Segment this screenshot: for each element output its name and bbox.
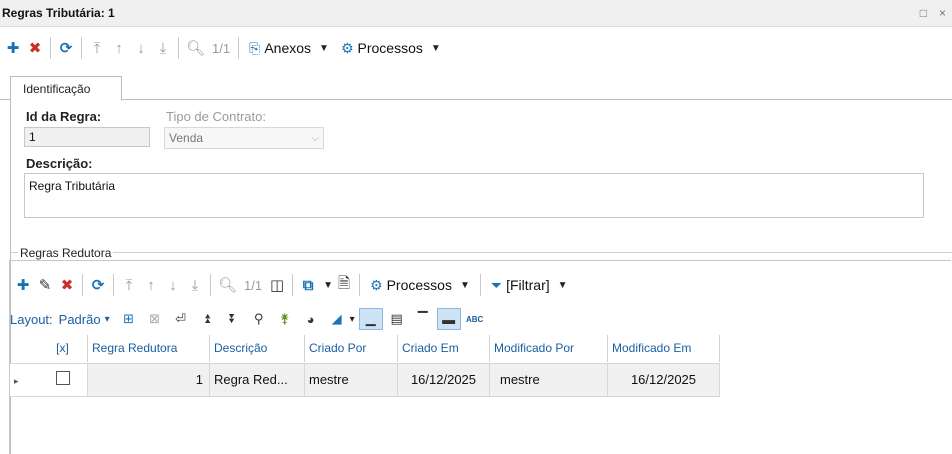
row-indicator-header bbox=[10, 335, 38, 362]
download-layout-icon[interactable]: ⏬︎ bbox=[221, 308, 245, 330]
chevron-down-icon: ▼ bbox=[319, 42, 329, 54]
remove-layout-icon[interactable]: ⊠ bbox=[143, 308, 167, 330]
tab-identificacao[interactable]: Identificação bbox=[10, 76, 122, 101]
refresh-icon[interactable]: ⟳ bbox=[87, 274, 109, 296]
refresh-icon[interactable]: ⟳ bbox=[55, 37, 77, 59]
tipo-contrato-select[interactable]: Venda ⌵ bbox=[164, 127, 324, 149]
descricao-label: Descrição: bbox=[26, 156, 93, 171]
section-title: Regras Redutora bbox=[18, 246, 114, 260]
chevron-down-icon[interactable]: ▼ bbox=[323, 280, 333, 291]
column-header[interactable]: Criado Por bbox=[305, 335, 398, 362]
id-field[interactable]: 1 bbox=[24, 127, 150, 147]
cell-descricao[interactable]: Regra Red... bbox=[210, 364, 305, 396]
previous-record-icon[interactable]: ↑ bbox=[140, 274, 162, 296]
layout-select[interactable]: Padrão bbox=[59, 312, 101, 327]
edit-pencil-icon[interactable]: ✎ bbox=[34, 274, 56, 296]
new-layout-icon[interactable]: ⊞ bbox=[117, 308, 141, 330]
row-checkbox-cell[interactable] bbox=[38, 364, 88, 396]
table-header: [x] Regra Redutora Descrição Criado Por … bbox=[10, 335, 720, 362]
cell-modificado-em[interactable]: 16/12/2025 bbox=[608, 364, 720, 396]
anexos-menu-button[interactable]: ⎘ Anexos ▼ bbox=[243, 37, 335, 59]
view-top-icon[interactable]: ▔ bbox=[411, 308, 435, 330]
section-divider bbox=[10, 252, 952, 253]
search-icon[interactable]: 🔍︎ bbox=[183, 37, 208, 59]
row-indicator[interactable]: ▸ bbox=[10, 364, 38, 396]
window-titlebar: Regras Tributária: 1 □ × bbox=[0, 0, 952, 27]
table-row[interactable]: ▸ 1 Regra Red... mestre 16/12/2025 mestr… bbox=[10, 363, 720, 397]
processos-label: Processos bbox=[357, 40, 423, 56]
tab-strip: Identificação bbox=[0, 76, 952, 101]
add-icon[interactable]: ✚ bbox=[2, 37, 24, 59]
anexos-label: Anexos bbox=[264, 40, 312, 56]
record-counter: 1/1 bbox=[212, 40, 231, 56]
view-full-icon[interactable]: ▬ bbox=[436, 308, 461, 330]
column-header[interactable]: Modificado Em bbox=[608, 335, 720, 362]
cell-modificado-por[interactable]: mestre bbox=[490, 364, 608, 396]
column-header[interactable]: Modificado Por bbox=[490, 335, 608, 362]
next-record-icon[interactable]: ↓ bbox=[162, 274, 184, 296]
tab-label: Identificação bbox=[23, 82, 91, 96]
main-toolbar: ✚ ✖ ⟳ ⤒ ↑ ↓ ⤓ 🔍︎ 1/1 ⎘ Anexos ▼ ⚙ Proces… bbox=[0, 34, 447, 62]
abc-icon[interactable]: ABC bbox=[463, 308, 487, 330]
paperclip-icon: ⎘ bbox=[249, 39, 261, 56]
filtrar-menu-button[interactable]: ⏷ [Filtrar] ▼ bbox=[485, 274, 574, 296]
filter-icon: ⏷ bbox=[490, 276, 503, 293]
window-title: Regras Tributária: 1 bbox=[2, 6, 115, 20]
gear-icon: ⚙ bbox=[340, 39, 354, 56]
last-record-icon[interactable]: ⤓ bbox=[184, 274, 206, 296]
chevron-down-icon: ⌵ bbox=[311, 132, 319, 144]
first-record-icon[interactable]: ⤒ bbox=[86, 37, 108, 59]
first-record-icon[interactable]: ⤒ bbox=[118, 274, 140, 296]
previous-record-icon[interactable]: ↑ bbox=[108, 37, 130, 59]
tipo-contrato-label: Tipo de Contrato: bbox=[166, 109, 266, 124]
chart-icon[interactable]: ◢ bbox=[325, 308, 349, 330]
chevron-down-icon: ▼ bbox=[459, 279, 470, 291]
view-bottom-icon[interactable]: ▁ bbox=[358, 308, 383, 330]
add-icon[interactable]: ✚ bbox=[12, 274, 34, 296]
filtrar-label: [Filtrar] bbox=[506, 277, 550, 293]
row-arrow-icon: ▸ bbox=[14, 376, 19, 386]
import-layout-icon[interactable]: ⏎ bbox=[169, 308, 193, 330]
columns-icon[interactable]: ◫ bbox=[266, 274, 288, 296]
chevron-down-icon[interactable]: ▾ bbox=[350, 314, 355, 325]
tipo-contrato-value: Venda bbox=[169, 131, 204, 145]
row-checkbox[interactable] bbox=[55, 371, 70, 385]
search-icon[interactable]: 🔍︎ bbox=[215, 274, 240, 296]
chevron-down-icon: ▼ bbox=[557, 279, 568, 291]
push-pin-icon[interactable]: ⚵ bbox=[273, 308, 297, 330]
column-header[interactable]: Criado Em bbox=[398, 335, 490, 362]
next-record-icon[interactable]: ↓ bbox=[130, 37, 152, 59]
column-header[interactable]: Regra Redutora bbox=[88, 335, 210, 362]
grid-processos-menu-button[interactable]: ⚙ Processos ▼ bbox=[364, 274, 476, 296]
delete-icon[interactable]: ✖ bbox=[56, 274, 78, 296]
processos-menu-button[interactable]: ⚙ Processos ▼ bbox=[335, 37, 447, 59]
upload-layout-icon[interactable]: ⏫︎ bbox=[195, 308, 219, 330]
color-icon[interactable]: ◕ bbox=[299, 308, 323, 330]
grid-toolbar: ✚ ✎ ✖ ⟳ ⤒ ↑ ↓ ⤓ 🔍︎ 1/1 ◫ ⧉ ▼ 🗎︎ ⚙ Proces… bbox=[10, 271, 574, 299]
cell-criado-por[interactable]: mestre bbox=[305, 364, 398, 396]
grid-record-counter: 1/1 bbox=[244, 277, 263, 293]
view-middle-icon[interactable]: ▤ bbox=[385, 308, 409, 330]
layout-bar: Layout: Padrão ▾ ⊞ ⊠ ⏎ ⏫︎ ⏬︎ ⚲ ⚵ ◕ ◢ ▾ ▁… bbox=[10, 306, 488, 332]
pin-icon[interactable]: ⚲ bbox=[247, 308, 271, 330]
report-icon[interactable]: 🗎︎ bbox=[333, 274, 355, 296]
cell-criado-em[interactable]: 16/12/2025 bbox=[398, 364, 490, 396]
column-header[interactable]: Descrição bbox=[210, 335, 305, 362]
chevron-down-icon[interactable]: ▾ bbox=[105, 314, 110, 325]
delete-icon[interactable]: ✖ bbox=[24, 37, 46, 59]
last-record-icon[interactable]: ⤓ bbox=[152, 37, 174, 59]
column-header[interactable]: [x] bbox=[38, 335, 88, 362]
descricao-textarea[interactable]: Regra Tributária bbox=[24, 173, 924, 218]
id-label: Id da Regra: bbox=[26, 109, 102, 124]
layout-label: Layout: bbox=[10, 311, 53, 327]
chevron-down-icon: ▼ bbox=[430, 42, 441, 54]
cell-regra[interactable]: 1 bbox=[88, 364, 210, 396]
processos-label: Processos bbox=[386, 277, 452, 293]
export-icon[interactable]: ⧉ bbox=[297, 274, 319, 296]
gear-icon: ⚙ bbox=[370, 276, 383, 293]
restore-icon[interactable]: □ bbox=[920, 6, 927, 20]
close-icon[interactable]: × bbox=[939, 6, 946, 20]
